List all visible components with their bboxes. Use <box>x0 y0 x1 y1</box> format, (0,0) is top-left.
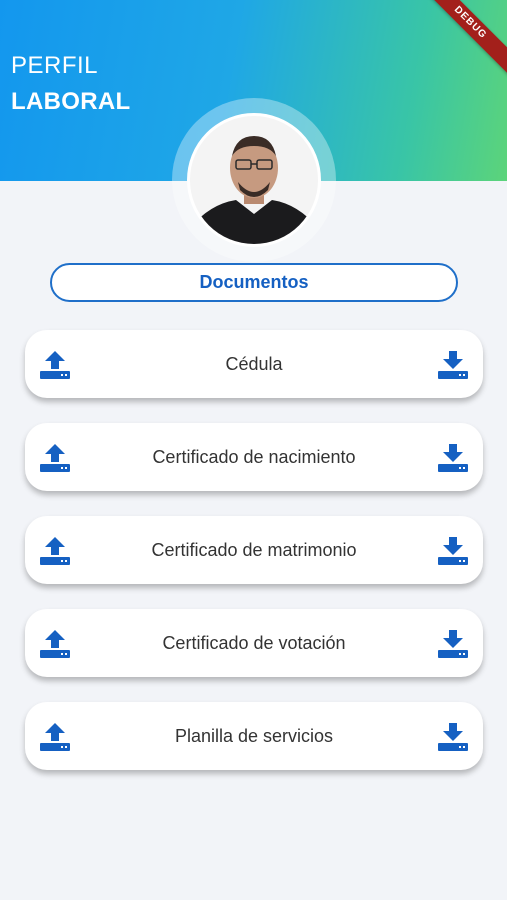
profile-photo <box>190 116 318 244</box>
document-label: Planilla de servicios <box>174 726 334 746</box>
page-title-line1: PERFIL <box>11 52 99 79</box>
page-title-line2: LABORAL <box>11 88 131 115</box>
avatar[interactable] <box>187 113 321 247</box>
download-icon[interactable] <box>437 536 469 566</box>
upload-icon[interactable] <box>39 722 71 752</box>
document-card[interactable]: Certificado de matrimonio <box>25 516 483 584</box>
document-card[interactable]: Planilla de servicios <box>25 702 483 770</box>
document-label: Certificado de nacimiento <box>152 447 356 467</box>
documents-section-header: Documentos <box>50 263 458 302</box>
download-icon[interactable] <box>437 443 469 473</box>
document-card[interactable]: Certificado de nacimiento <box>25 423 483 491</box>
upload-icon[interactable] <box>39 629 71 659</box>
document-label: Certificado de votación <box>162 633 346 653</box>
upload-icon[interactable] <box>39 536 71 566</box>
download-icon[interactable] <box>437 350 469 380</box>
download-icon[interactable] <box>437 722 469 752</box>
document-label: Certificado de matrimonio <box>151 540 357 560</box>
document-card[interactable]: Certificado de votación <box>25 609 483 677</box>
document-card[interactable]: Cédula <box>25 330 483 398</box>
upload-icon[interactable] <box>39 443 71 473</box>
upload-icon[interactable] <box>39 350 71 380</box>
download-icon[interactable] <box>437 629 469 659</box>
document-label: Cédula <box>225 354 283 374</box>
